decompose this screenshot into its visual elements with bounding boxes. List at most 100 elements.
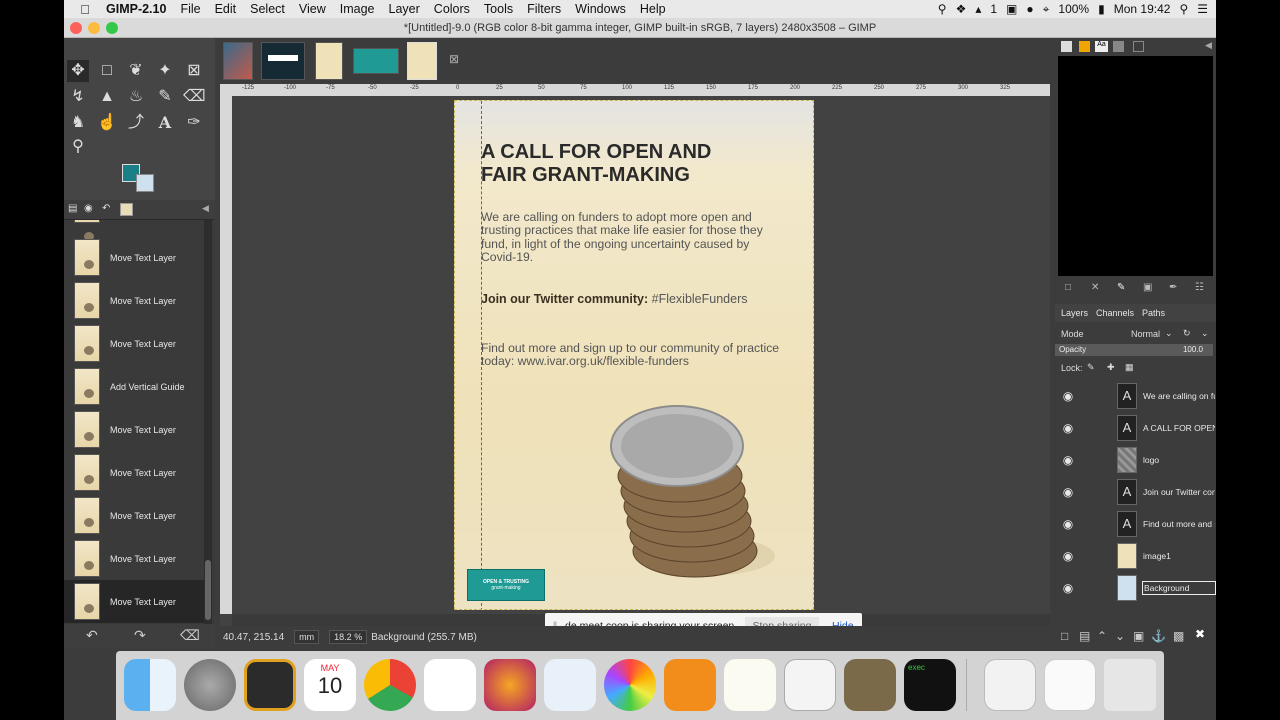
eraser-tool-icon[interactable]: ⌫ (183, 86, 206, 108)
lower-layer-icon[interactable]: ⌄ (1115, 629, 1125, 643)
layer-name[interactable]: We are calling on fu (1143, 391, 1215, 401)
tab-layers[interactable]: Layers (1061, 308, 1088, 318)
duplicate-icon[interactable]: ▣ (1143, 282, 1152, 293)
document-history-tab-icon[interactable] (1113, 41, 1124, 52)
input-source-icon[interactable]: ▴ (975, 2, 981, 16)
opacity-slider[interactable]: Opacity 100.0 (1055, 344, 1213, 356)
chrome-icon[interactable] (364, 659, 416, 711)
menu-help[interactable]: Help (640, 2, 666, 16)
image-tab[interactable] (353, 48, 399, 74)
select-icon[interactable]: □ (1065, 282, 1071, 293)
bucket-fill-tool-icon[interactable]: ♨ (125, 86, 147, 108)
lasso-tool-icon[interactable]: ❦ (125, 60, 147, 82)
trash-icon[interactable] (1104, 659, 1156, 711)
unit-select[interactable]: mm (294, 630, 320, 644)
menu-layer[interactable]: Layer (389, 2, 420, 16)
refresh-icon[interactable]: ☷ (1195, 282, 1204, 293)
document-stack-icon[interactable] (984, 659, 1036, 711)
flip-tool-icon[interactable]: ▲ (96, 86, 118, 108)
globe-icon[interactable]: ⚲ (938, 2, 947, 16)
audacity-icon[interactable] (484, 659, 536, 711)
clone-tool-icon[interactable]: ♞ (67, 112, 89, 134)
menu-colors[interactable]: Colors (434, 2, 470, 16)
battery-icon[interactable]: ▮ (1098, 2, 1105, 16)
move-tool-icon[interactable]: ✥ (67, 60, 89, 82)
reminders-icon[interactable] (424, 659, 476, 711)
crop-tool-icon[interactable]: ⊠ (183, 60, 205, 82)
menu-select[interactable]: Select (250, 2, 285, 16)
new-layer-icon[interactable]: □ (1061, 629, 1068, 643)
clear-history-icon[interactable]: ⌫ (180, 627, 200, 644)
app-menu[interactable]: GIMP-2.10 (106, 2, 166, 16)
books-icon[interactable] (664, 659, 716, 711)
lock-pixels-icon[interactable]: ✎ (1087, 362, 1095, 373)
apple-menu-icon[interactable]:  (64, 2, 106, 17)
color-picker-tool-icon[interactable]: ✑ (183, 112, 205, 134)
folder-icon[interactable] (1044, 659, 1096, 711)
delete-layer-icon[interactable]: ✖ (1195, 627, 1205, 641)
list-item[interactable]: Move Text Layer (64, 451, 204, 494)
layer-row[interactable]: ◉ logo (1055, 444, 1216, 476)
menu-filters[interactable]: Filters (527, 2, 561, 16)
textedit-icon[interactable] (724, 659, 776, 711)
anchor-icon[interactable]: ⚓ (1151, 629, 1166, 643)
layer-name[interactable]: image1 (1143, 551, 1215, 561)
text-tool-icon[interactable]: A (154, 112, 176, 134)
undo-icon[interactable]: ↶ (86, 627, 98, 644)
eye-icon[interactable]: ◉ (1055, 453, 1081, 467)
notification-center-icon[interactable]: ☰ (1197, 2, 1208, 16)
list-item[interactable]: Move Text Layer (64, 322, 204, 365)
eye-icon[interactable]: ◉ (1055, 421, 1081, 435)
zoom-select[interactable]: 18.2 % (329, 630, 368, 644)
paintbrush-tool-icon[interactable]: ✎ (154, 86, 176, 108)
close-tab-icon[interactable]: ⊠ (449, 52, 459, 66)
list-item[interactable]: Move Text Layer (64, 236, 204, 279)
minimize-window-button[interactable] (88, 22, 100, 34)
chevron-down-icon[interactable]: ⌄ (1165, 328, 1173, 339)
layer-row[interactable]: ◉ A Join our Twitter con (1055, 476, 1216, 508)
menu-file[interactable]: File (180, 2, 200, 16)
menu-tools[interactable]: Tools (484, 2, 513, 16)
eye-icon[interactable]: ◉ (1055, 581, 1081, 595)
background-color-swatch[interactable] (136, 174, 154, 192)
spotlight-icon[interactable]: ⚲ (1179, 2, 1188, 16)
image-tab-active[interactable] (407, 42, 437, 80)
document-icon[interactable] (784, 659, 836, 711)
calendar-icon[interactable]: MAY 10 (304, 659, 356, 711)
battery-percent[interactable]: 100% (1058, 2, 1089, 16)
eye-icon[interactable]: ◉ (1055, 389, 1081, 403)
close-icon[interactable]: ✕ (1091, 282, 1099, 293)
screen-icon[interactable]: ▣ (1006, 2, 1017, 16)
tab-paths[interactable]: Paths (1142, 308, 1165, 318)
layer-name[interactable]: logo (1143, 455, 1215, 465)
menu-edit[interactable]: Edit (215, 2, 237, 16)
list-item[interactable] (64, 220, 204, 241)
dock-menu-icon[interactable]: ◀ (202, 203, 209, 214)
raise-layer-icon[interactable]: ⌃ (1097, 629, 1107, 643)
image-tab[interactable] (223, 42, 253, 80)
brush-icon[interactable]: ✒ (1169, 282, 1177, 293)
input-indicator[interactable]: 1 (990, 2, 997, 16)
menu-windows[interactable]: Windows (575, 2, 626, 16)
zoom-window-button[interactable] (106, 22, 118, 34)
layer-row[interactable]: ◉ A A CALL FOR OPEN (1055, 412, 1216, 444)
smudge-tool-icon[interactable]: ☝ (96, 112, 118, 134)
fuzzy-select-tool-icon[interactable]: ✦ (154, 60, 176, 82)
layer-name[interactable]: Join our Twitter con (1143, 487, 1215, 497)
list-item-selected[interactable]: Move Text Layer (64, 580, 204, 623)
layer-row[interactable]: ◉ image1 (1055, 540, 1216, 572)
close-window-button[interactable] (70, 22, 82, 34)
zoom-tool-icon[interactable]: ⚲ (67, 136, 89, 158)
rect-select-tool-icon[interactable]: □ (96, 60, 118, 82)
undo-scrollbar[interactable] (204, 220, 212, 624)
device-status-tab-icon[interactable]: ◉ (84, 203, 93, 214)
layer-row[interactable]: ◉ A We are calling on fu (1055, 380, 1216, 412)
warp-transform-tool-icon[interactable]: ↯ (67, 86, 89, 108)
dropbox-icon[interactable]: ❖ (956, 2, 967, 16)
image-tab[interactable] (261, 42, 305, 80)
list-item[interactable]: Add Vertical Guide (64, 365, 204, 408)
layer-row-selected[interactable]: ◉ Background (1055, 572, 1216, 604)
window-manager-icon[interactable] (244, 659, 296, 711)
preview-icon[interactable] (544, 659, 596, 711)
edit-icon[interactable]: ✎ (1117, 282, 1125, 293)
